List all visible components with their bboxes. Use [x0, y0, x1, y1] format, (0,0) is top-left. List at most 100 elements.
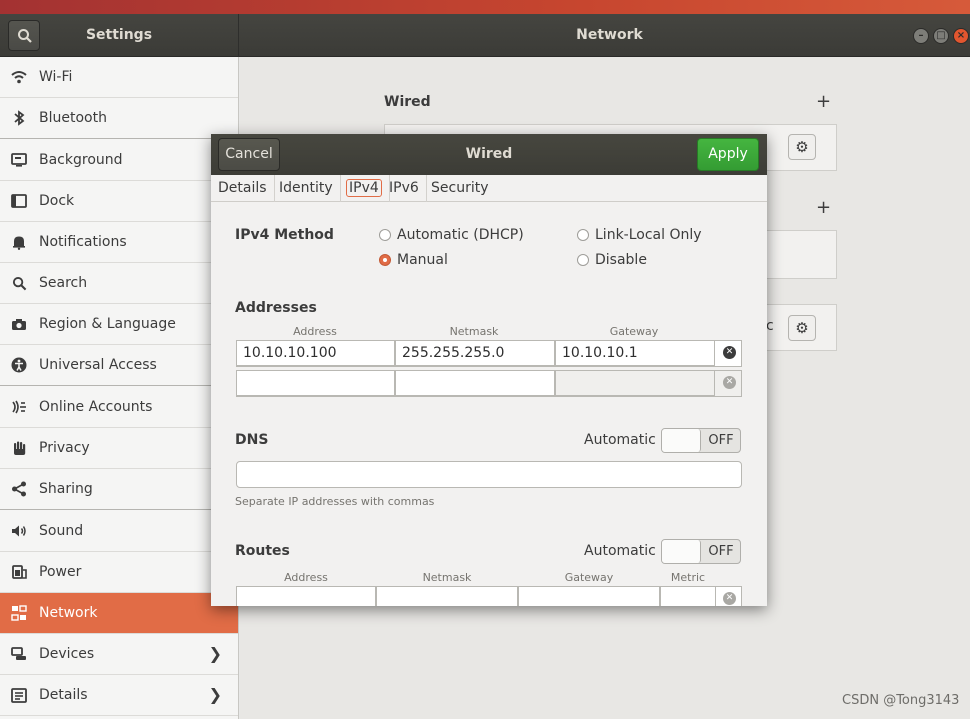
sidebar-item-search[interactable]: Search [0, 263, 238, 304]
sidebar-item-wifi[interactable]: Wi-Fi [0, 57, 238, 98]
method-manual[interactable]: Manual [379, 252, 448, 268]
minimize-icon: – [918, 30, 924, 41]
column-header-gateway: Gateway [609, 325, 659, 338]
tab-security[interactable]: Security [424, 175, 496, 202]
tab-ipv6[interactable]: IPv6 [382, 175, 427, 202]
switch-state: OFF [708, 544, 734, 559]
cancel-button[interactable]: Cancel [218, 138, 280, 171]
window-title: Network [576, 27, 643, 43]
routes-heading: Routes [235, 543, 290, 559]
column-header-address: Address [284, 571, 328, 584]
sidebar-item-label: Bluetooth [39, 110, 107, 126]
dns-heading: DNS [235, 432, 269, 448]
routes-automatic-switch[interactable]: OFF [661, 539, 741, 564]
radio-icon [379, 229, 391, 241]
delete-address-icon[interactable]: ✕ [723, 346, 736, 359]
sidebar-item-privacy[interactable]: Privacy [0, 428, 238, 469]
dialog-title: Wired [465, 146, 513, 162]
chevron-right-icon: ❯ [208, 644, 222, 663]
route-metric-field[interactable] [660, 586, 716, 606]
sidebar: Wi-Fi Bluetooth Background Dock Notifica… [0, 57, 239, 719]
sidebar-item-network[interactable]: Network [0, 593, 238, 634]
sidebar-item-label: Background [39, 152, 123, 168]
sidebar-item-notifications[interactable]: Notifications [0, 222, 238, 263]
sidebar-item-details[interactable]: Details ❯ [0, 675, 238, 716]
proxy-settings-button[interactable]: ⚙ [788, 315, 816, 341]
sidebar-item-background[interactable]: Background [0, 140, 238, 181]
address-field[interactable] [236, 370, 395, 396]
sidebar-item-region-language[interactable]: Region & Language [0, 304, 238, 345]
minimize-button[interactable]: – [913, 28, 929, 44]
sidebar-item-label: Notifications [39, 234, 127, 250]
delete-route-icon[interactable]: ✕ [723, 592, 736, 605]
sidebar-header: Settings [0, 14, 239, 57]
method-disable[interactable]: Disable [577, 252, 647, 268]
sidebar-item-label: Privacy [39, 440, 90, 456]
wired-settings-dialog: Cancel Wired Apply Details Identity IPv4… [211, 134, 767, 606]
sidebar-item-label: Region & Language [39, 316, 176, 332]
route-netmask-field[interactable] [376, 586, 518, 606]
sidebar-item-dock[interactable]: Dock [0, 181, 238, 222]
netmask-field[interactable]: 255.255.255.0 [395, 340, 555, 366]
address-field[interactable]: 10.10.10.100 [236, 340, 395, 366]
close-icon: × [956, 30, 966, 41]
ipv4-method-label: IPv4 Method [235, 227, 334, 243]
column-header-netmask: Netmask [422, 571, 472, 584]
dock-icon [10, 192, 28, 210]
dns-hint: Separate IP addresses with commas [235, 495, 435, 508]
route-address-field[interactable] [236, 586, 376, 606]
background-icon [10, 151, 28, 169]
sidebar-item-sharing[interactable]: Sharing [0, 469, 238, 510]
sidebar-item-label: Search [39, 275, 88, 291]
method-automatic-dhcp[interactable]: Automatic (DHCP) [379, 227, 524, 243]
sidebar-item-power[interactable]: Power [0, 552, 238, 593]
apply-button[interactable]: Apply [697, 138, 759, 171]
netmask-field[interactable] [395, 370, 555, 396]
method-link-local-only[interactable]: Link-Local Only [577, 227, 702, 243]
camera-icon [10, 315, 28, 333]
addresses-heading: Addresses [235, 300, 317, 316]
details-icon [10, 686, 28, 704]
route-gateway-field[interactable] [518, 586, 660, 606]
gear-icon: ⚙ [795, 138, 809, 156]
radio-icon [577, 229, 589, 241]
close-button[interactable]: × [953, 28, 969, 44]
sidebar-item-label: Online Accounts [39, 399, 153, 415]
search-button[interactable] [8, 20, 40, 51]
delete-address-icon[interactable]: ✕ [723, 376, 736, 389]
proxy-partial-text: c [766, 318, 774, 334]
bell-icon [10, 233, 28, 251]
devices-icon [10, 645, 28, 663]
sidebar-item-devices[interactable]: Devices ❯ [0, 634, 238, 675]
routes-automatic-label: Automatic [584, 543, 656, 559]
sidebar-item-label: Universal Access [39, 357, 157, 373]
maximize-icon: □ [936, 30, 946, 41]
hand-icon [10, 439, 28, 457]
gateway-field[interactable]: 10.10.10.1 [555, 340, 715, 366]
sidebar-item-label: Devices [39, 646, 95, 662]
tab-identity[interactable]: Identity [272, 175, 341, 202]
wired-settings-button[interactable]: ⚙ [788, 134, 816, 160]
dns-automatic-label: Automatic [584, 432, 656, 448]
gear-icon: ⚙ [795, 319, 809, 337]
gateway-field[interactable] [555, 370, 715, 396]
add-vpn-icon[interactable]: + [816, 197, 831, 218]
sidebar-item-universal-access[interactable]: Universal Access [0, 345, 238, 386]
radio-label: Link-Local Only [595, 227, 702, 243]
sidebar-item-label: Network [39, 605, 98, 621]
radio-icon [577, 254, 589, 266]
dns-input[interactable] [236, 461, 742, 488]
sidebar-item-bluetooth[interactable]: Bluetooth [0, 98, 238, 139]
wifi-icon [10, 68, 28, 86]
sidebar-item-sound[interactable]: Sound [0, 511, 238, 552]
sidebar-item-online-accounts[interactable]: Online Accounts [0, 387, 238, 428]
tab-details[interactable]: Details [211, 175, 275, 202]
column-header-netmask: Netmask [449, 325, 499, 338]
sidebar-item-label: Wi-Fi [39, 69, 73, 85]
dns-automatic-switch[interactable]: OFF [661, 428, 741, 453]
add-wired-icon[interactable]: + [816, 91, 831, 112]
sidebar-title: Settings [85, 27, 153, 43]
maximize-button[interactable]: □ [933, 28, 949, 44]
dialog-tabs: Details Identity IPv4 IPv6 Security [211, 175, 767, 202]
chevron-right-icon: ❯ [208, 685, 222, 704]
